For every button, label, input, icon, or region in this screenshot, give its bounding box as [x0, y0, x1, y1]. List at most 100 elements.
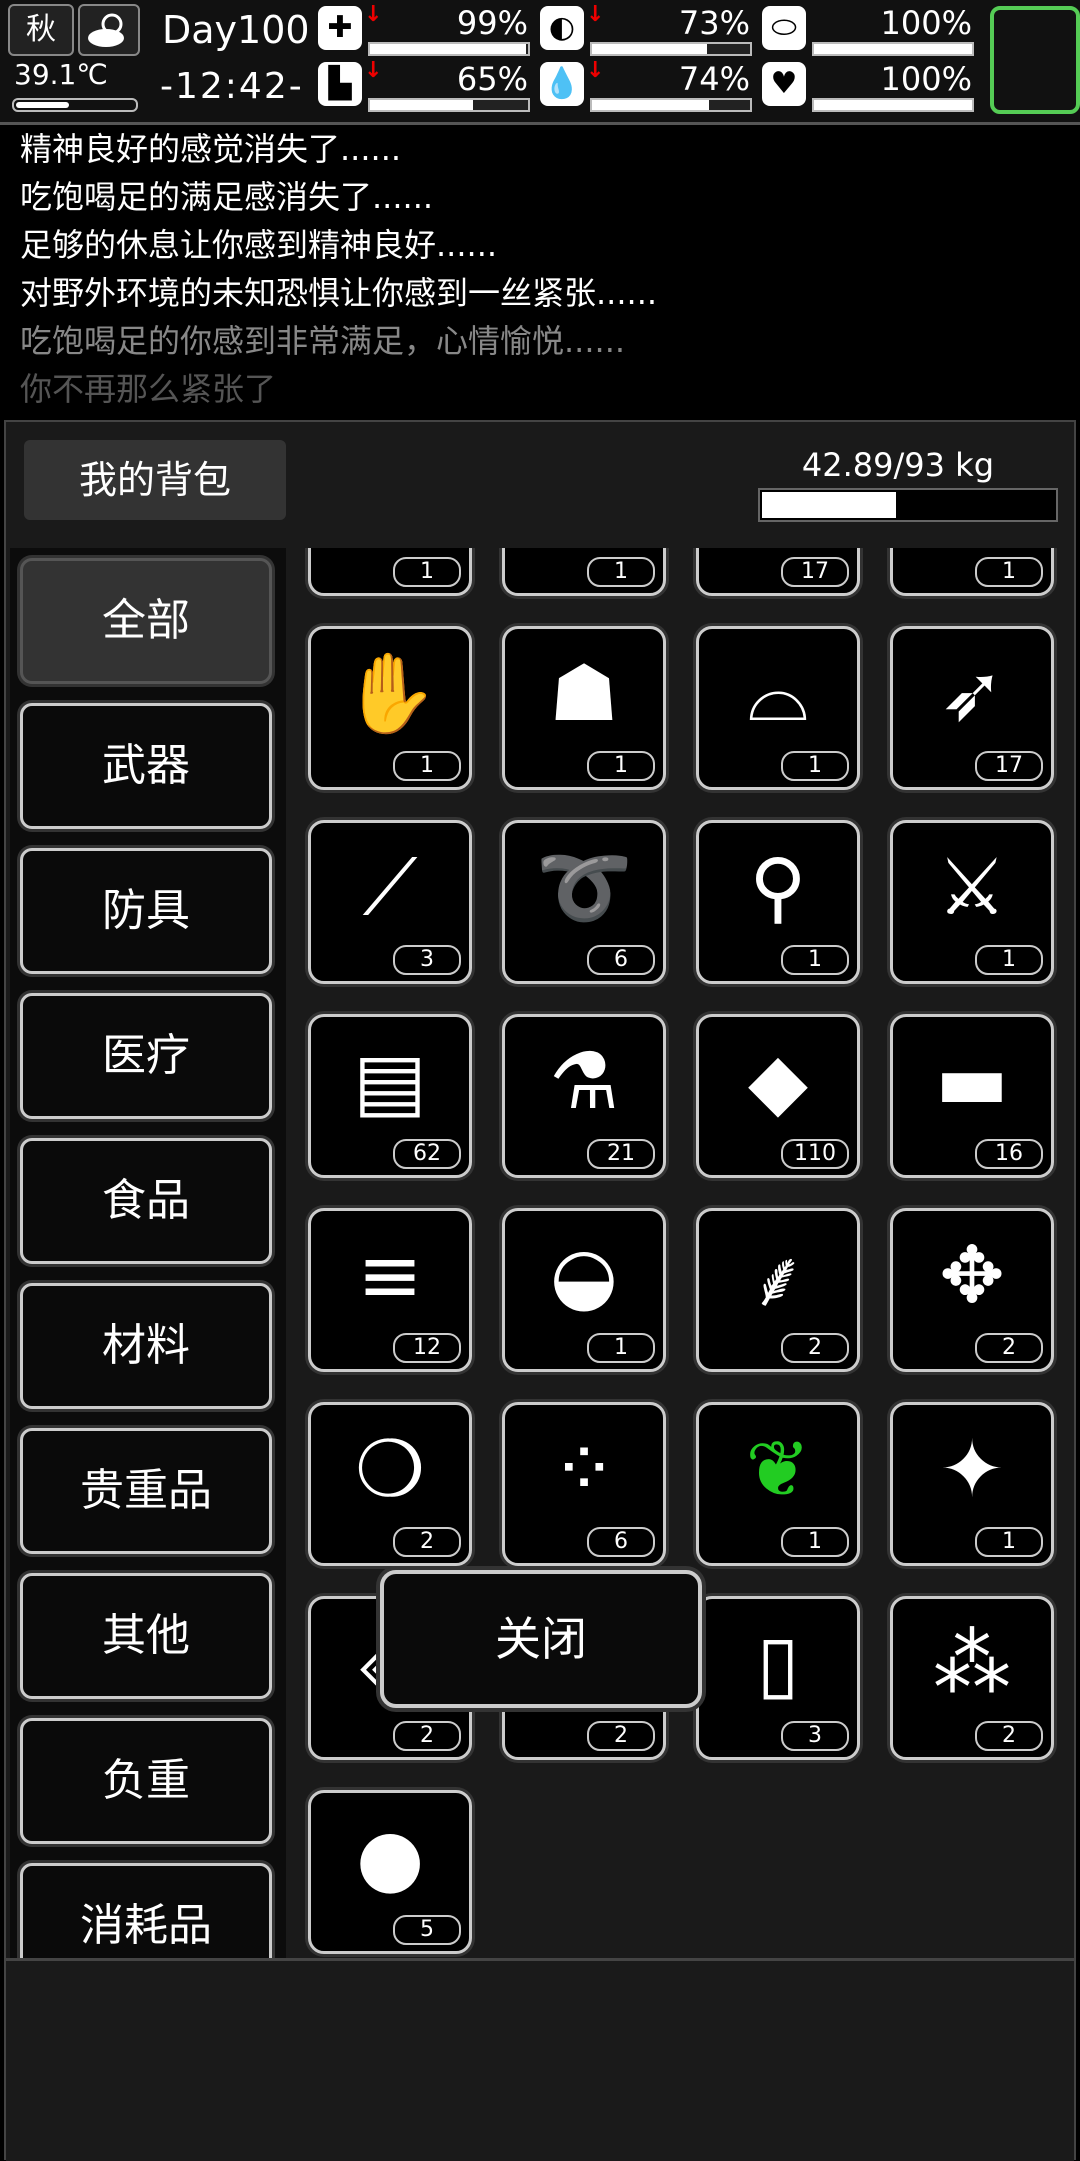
item-count: 17 [781, 557, 849, 587]
item-count: 1 [587, 751, 655, 781]
stat-bar [590, 98, 752, 112]
inventory-item[interactable]: ✥ 2 [890, 1208, 1054, 1372]
category-weapons[interactable]: 武器 [20, 703, 272, 829]
temperature-bar [12, 98, 138, 112]
decrease-arrow-icon: ↓ [364, 58, 383, 83]
inventory-item[interactable]: ⌓ 1 [696, 626, 860, 790]
item-count: 21 [587, 1139, 655, 1169]
stat-thirst: 💧 ↓ 74% [540, 58, 752, 112]
inventory-item[interactable]: ⚒1 [502, 548, 666, 596]
category-consumables[interactable]: 消耗品 [20, 1863, 272, 1958]
weather-icon [78, 4, 140, 56]
carry-weight-bar [758, 488, 1058, 522]
item-count: 110 [781, 1139, 849, 1169]
inventory-item[interactable]: ⚔ 1 [890, 820, 1054, 984]
inventory-item[interactable]: ✋ 1 [308, 626, 472, 790]
stat-value: 99% [456, 4, 528, 42]
inventory-item[interactable]: ➶ 17 [890, 626, 1054, 790]
inventory-item[interactable]: ⚲ 1 [696, 820, 860, 984]
category-armor[interactable]: 防具 [20, 848, 272, 974]
temperature-bar-fill [16, 102, 70, 108]
category-sidebar: 全部 武器 防具 医疗 食品 材料 贵重品 其他 负重 消耗品 [10, 548, 286, 1958]
item-count: 2 [975, 1333, 1043, 1363]
inventory-item[interactable]: ◎1 [890, 548, 1054, 596]
inventory-item[interactable]: ⚗ 21 [502, 1014, 666, 1178]
stat-value: 100% [880, 4, 972, 42]
cloth-icon: ▤ [353, 1037, 427, 1127]
stat-bar [812, 42, 974, 56]
inventory-item[interactable]: ▬ 16 [890, 1014, 1054, 1178]
inventory-item[interactable]: ⟋ 3 [308, 820, 472, 984]
item-grid: ▭1⚒1⋀17◎1✋1☗1⌓1➶17⟋3➰6⚲1⚔1▤62⚗21◆110▬16≡… [290, 548, 1074, 1958]
category-load[interactable]: 负重 [20, 1718, 272, 1844]
stat-bar [368, 98, 530, 112]
item-count: 1 [975, 1527, 1043, 1557]
close-button[interactable]: 关闭 [380, 1570, 702, 1708]
water-drop-icon: 💧 [540, 62, 584, 106]
decrease-arrow-icon: ↓ [364, 2, 383, 27]
inventory-item[interactable]: ⋀17 [696, 548, 860, 596]
inventory-item[interactable]: ☗ 1 [502, 626, 666, 790]
item-count: 2 [393, 1527, 461, 1557]
stat-value: 65% [456, 60, 528, 98]
stat-mood: ⬭ 100% [762, 4, 974, 56]
category-materials[interactable]: 材料 [20, 1283, 272, 1409]
log-line: 你不再那么紧张了 [20, 370, 277, 408]
item-count: 2 [975, 1721, 1043, 1751]
item-count: 16 [975, 1139, 1043, 1169]
decrease-arrow-icon: ↓ [586, 58, 605, 83]
bandaged-glove-icon: ✋ [341, 648, 439, 739]
category-valuables[interactable]: 贵重品 [20, 1428, 272, 1554]
stomach-icon: ◐ [540, 6, 584, 50]
category-all[interactable]: 全部 [20, 558, 272, 684]
season-badge: 秋 [8, 4, 74, 56]
inventory-item[interactable]: ▭1 [308, 548, 472, 596]
inventory-item[interactable]: ◆ 110 [696, 1014, 860, 1178]
equipped-slot[interactable] [990, 6, 1080, 114]
item-count: 1 [393, 557, 461, 587]
category-medical[interactable]: 医疗 [20, 993, 272, 1119]
medkit-icon: ✚ [318, 6, 362, 50]
inventory-item[interactable]: ● 5 [308, 1790, 472, 1954]
stat-value: 100% [880, 60, 972, 98]
stat-bar-fill [370, 100, 473, 110]
root-icon: ✦ [939, 1425, 1005, 1515]
carry-weight: 42.89/93 kg [801, 446, 994, 484]
log-line: 对野外环境的未知恐惧让你感到一丝紧张...... [20, 274, 658, 312]
inventory-panel: 我的背包 42.89/93 kg 全部 武器 防具 医疗 食品 材料 贵重品 其… [4, 420, 1076, 2161]
log-line: 精神良好的感觉消失了...... [20, 130, 402, 168]
item-count: 1 [781, 945, 849, 975]
inventory-item[interactable]: ▤ 62 [308, 1014, 472, 1178]
item-count: 2 [587, 1721, 655, 1751]
wheat-icon: ⸙ [748, 1235, 808, 1325]
stat-hunger: ◐ ↓ 73% [540, 2, 752, 56]
item-count: 1 [781, 1527, 849, 1557]
inventory-item[interactable]: ⁘ 6 [502, 1402, 666, 1566]
item-count: 17 [975, 751, 1043, 781]
stat-health: ✚ ↓ 99% [318, 2, 530, 56]
item-count: 2 [393, 1721, 461, 1751]
inventory-item[interactable]: ➰ 6 [502, 820, 666, 984]
log-icon: ▬ [935, 1037, 1009, 1127]
stat-bar [368, 42, 530, 56]
inventory-item[interactable]: ❍ 2 [308, 1402, 472, 1566]
inventory-item[interactable]: ⸙ 2 [696, 1208, 860, 1372]
bottom-bar [6, 1958, 1074, 2161]
lockpick-icon: ⟋ [362, 842, 418, 933]
stat-value: 74% [678, 60, 750, 98]
message-log: 精神良好的感觉消失了...... 吃饱喝足的满足感消失了...... 足够的休息… [0, 125, 1080, 415]
category-food[interactable]: 食品 [20, 1138, 272, 1264]
item-count: 6 [587, 1527, 655, 1557]
stat-bar-fill [592, 100, 709, 110]
category-other[interactable]: 其他 [20, 1573, 272, 1699]
inventory-item[interactable]: ▯ 3 [696, 1596, 860, 1760]
inventory-item[interactable]: ≡ 12 [308, 1208, 472, 1372]
meat-icon: ◒ [549, 1231, 619, 1321]
inventory-item[interactable]: ✦ 1 [890, 1402, 1054, 1566]
item-count: 1 [587, 1333, 655, 1363]
inventory-item[interactable]: ◒ 1 [502, 1208, 666, 1372]
inventory-item[interactable]: ❦ 1 [696, 1402, 860, 1566]
firewood-icon: ≡ [357, 1231, 423, 1321]
log-line: 吃饱喝足的满足感消失了...... [20, 178, 434, 216]
inventory-item[interactable]: ⁂ 2 [890, 1596, 1054, 1760]
